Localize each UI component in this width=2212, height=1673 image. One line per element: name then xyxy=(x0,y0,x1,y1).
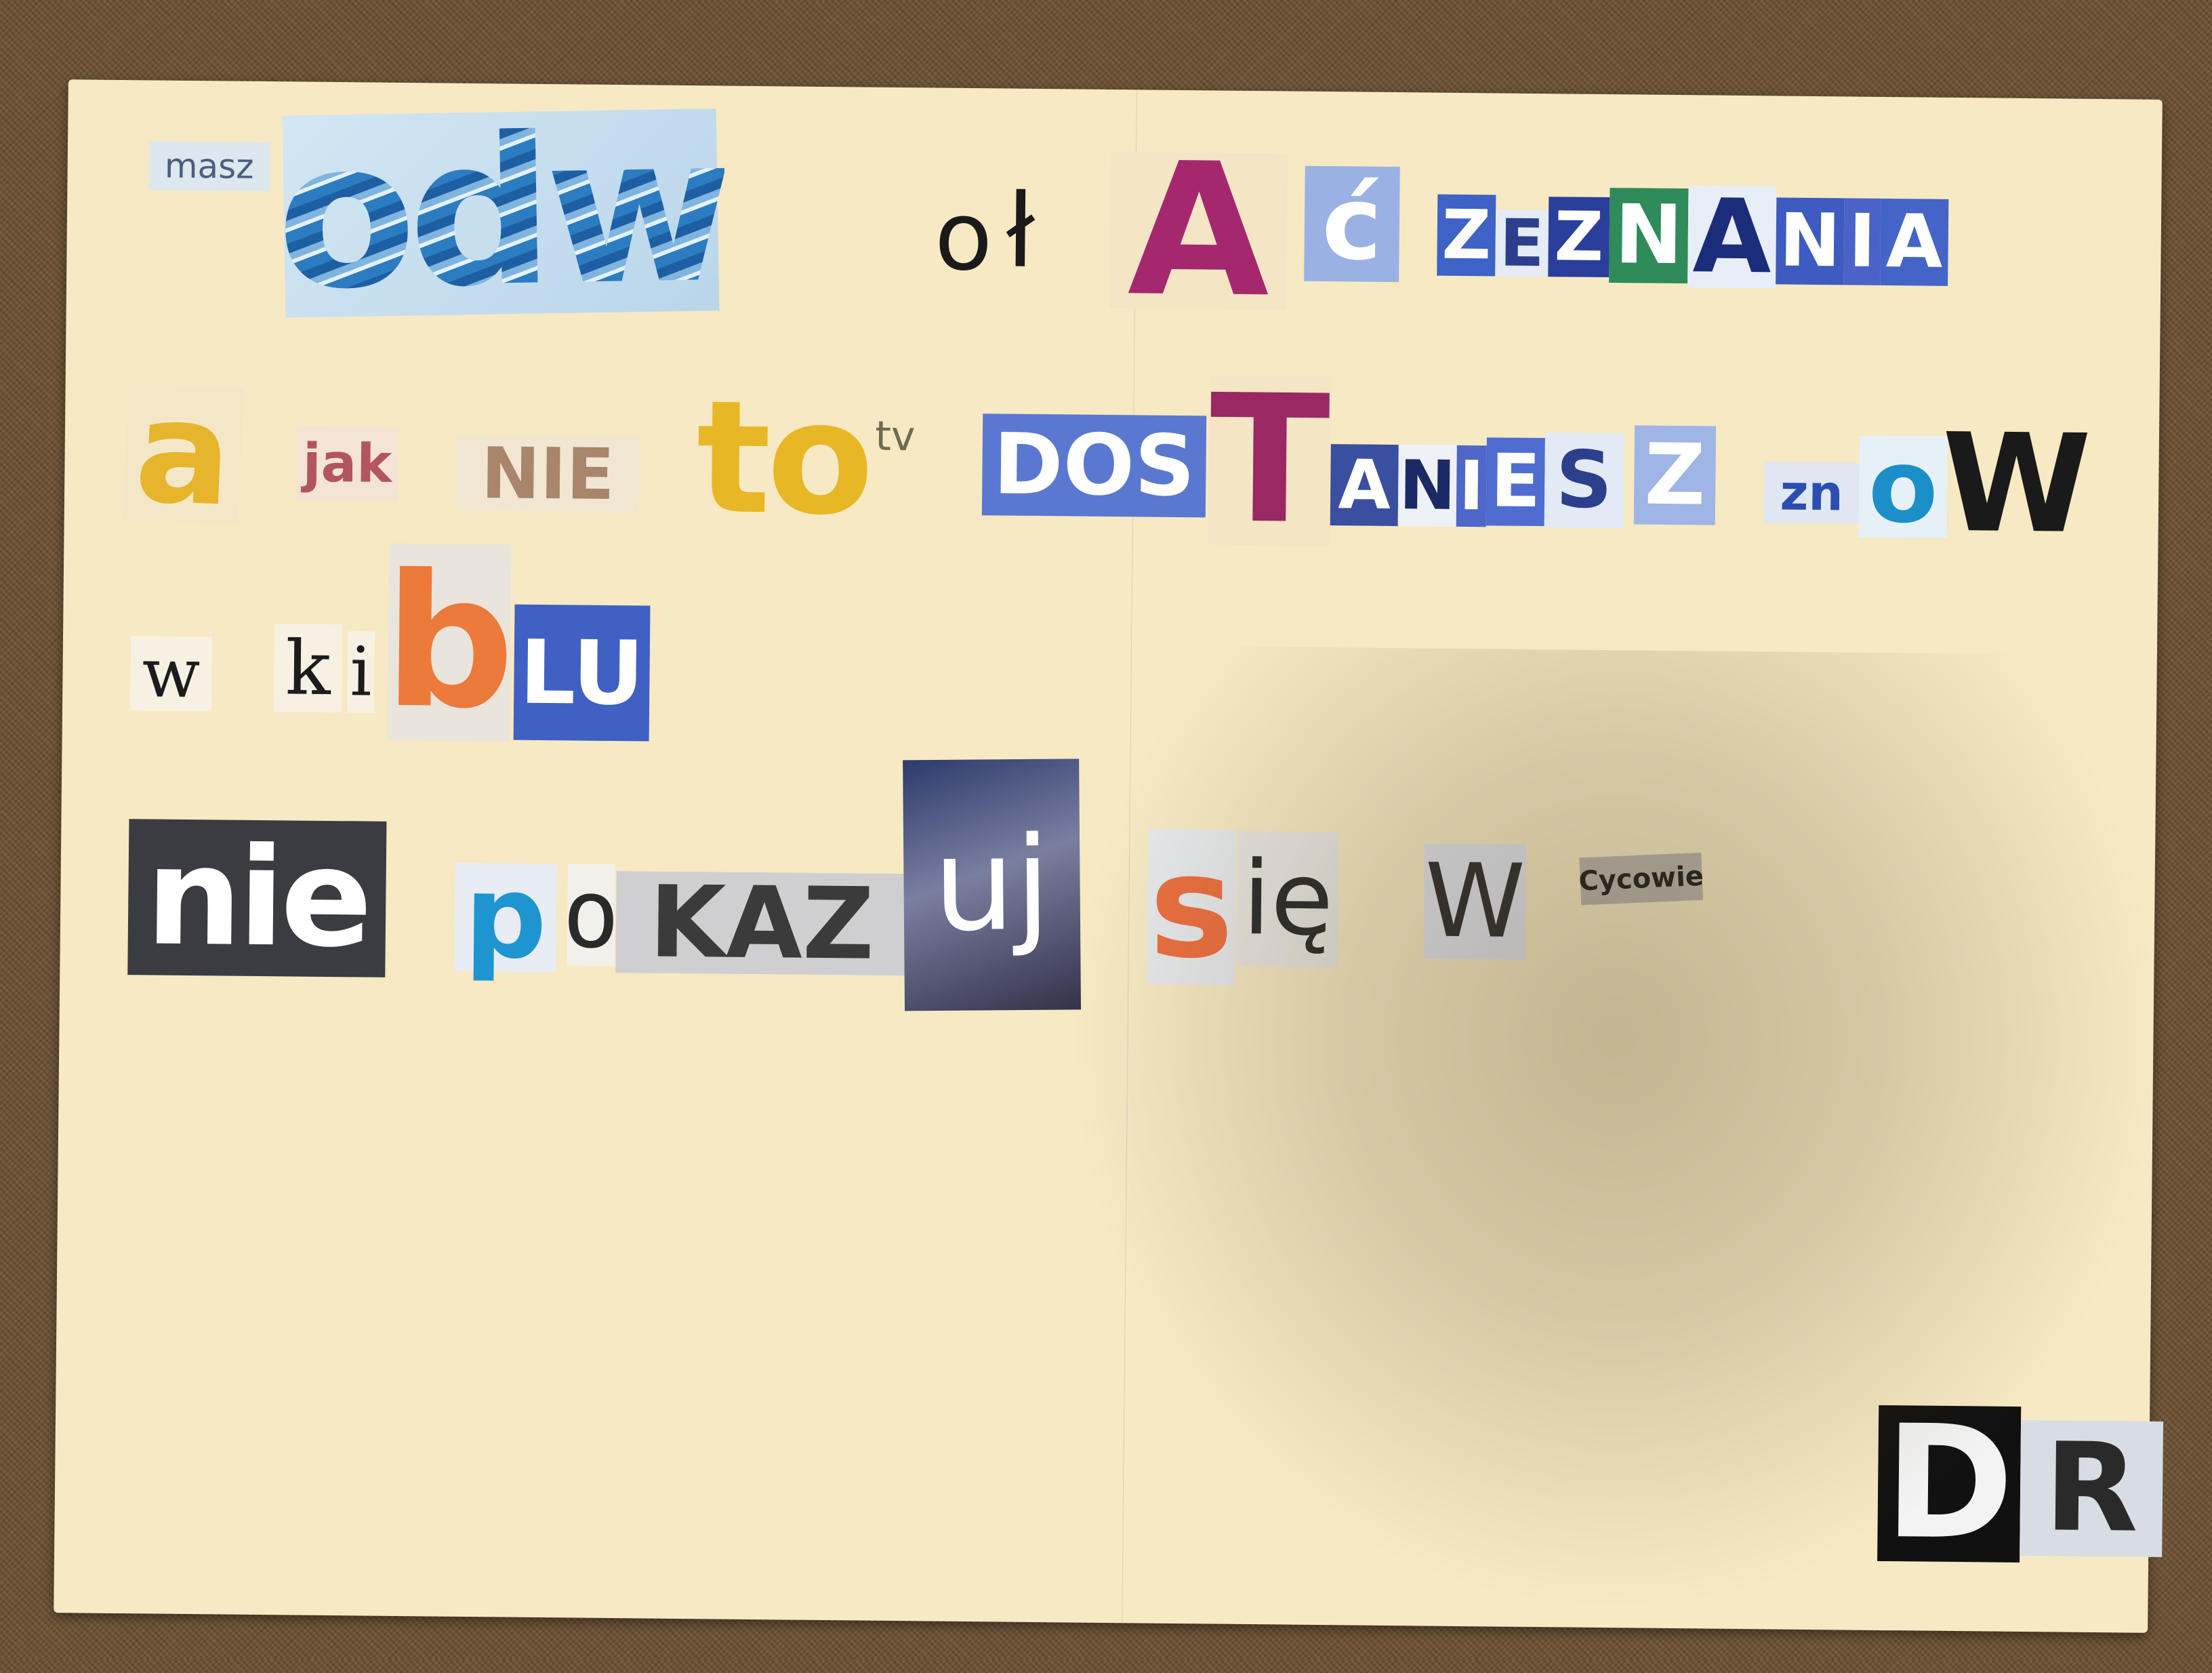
cutout-n2: N xyxy=(1776,197,1845,285)
signature-d: D xyxy=(1877,1392,2022,1575)
cutout-c: ć xyxy=(1304,165,1400,283)
cutout-tv: tv xyxy=(875,412,916,461)
paper-sheet: masz odw o ł A ć Z E Z N A N I A a jak N… xyxy=(54,79,2212,1673)
cutout-s-orange: s xyxy=(1147,824,1237,990)
cutout-o-thin: o xyxy=(562,859,621,971)
cutout-i1: I xyxy=(1843,198,1881,285)
cutout-cycowie: Cycowie xyxy=(1578,852,1704,906)
cutout-n3: N xyxy=(1397,445,1457,527)
cutout-uj: uj xyxy=(903,759,1082,1011)
cutout-ie: ię xyxy=(1236,830,1340,968)
cutout-jak: jak xyxy=(295,426,399,502)
cutout-w-serif: w xyxy=(129,633,213,713)
cutout-t-magenta: T xyxy=(1208,357,1332,564)
cutout-n1: N xyxy=(1609,188,1689,284)
cutout-p: p xyxy=(454,850,557,985)
cutout-o: o xyxy=(934,181,994,293)
cutout-w-black: W xyxy=(1940,404,2092,564)
cutout-a2: A xyxy=(1880,198,1949,286)
cutout-z3: Z xyxy=(1633,425,1717,525)
cutout-masz: masz xyxy=(148,141,270,192)
cutout-a1: A xyxy=(1687,178,1777,296)
cutout-b-orange: b xyxy=(382,534,516,750)
cutout-i3: i xyxy=(346,631,375,713)
signature-r: R xyxy=(2020,1417,2164,1560)
cutout-k: k xyxy=(273,624,343,713)
cutout-zn: zn xyxy=(1763,462,1860,524)
cutout-kaz: KAZ xyxy=(615,865,908,982)
cutout-i2: I xyxy=(1456,445,1487,527)
cutout-e2: E xyxy=(1486,437,1545,527)
cutout-lu: LU xyxy=(513,604,651,742)
cutout-s: S xyxy=(1544,432,1624,529)
cutout-w-thin: W xyxy=(1423,842,1527,961)
cutout-odw: odw xyxy=(274,90,727,335)
cutout-a-magenta: A xyxy=(1109,123,1288,338)
cutout-e1: E xyxy=(1495,205,1549,281)
cutout-a3: A xyxy=(1330,444,1399,527)
cutout-l: ł xyxy=(1005,172,1036,291)
cutout-z1: Z xyxy=(1437,194,1496,277)
cutout-a-yellow: a xyxy=(123,368,245,538)
cutout-dos: DOS xyxy=(981,414,1207,518)
cutout-to: to xyxy=(695,367,871,550)
cutout-z2: Z xyxy=(1548,197,1610,278)
cutout-nie-2: nie xyxy=(127,818,387,978)
cutout-nie-1: NIE xyxy=(455,432,640,516)
